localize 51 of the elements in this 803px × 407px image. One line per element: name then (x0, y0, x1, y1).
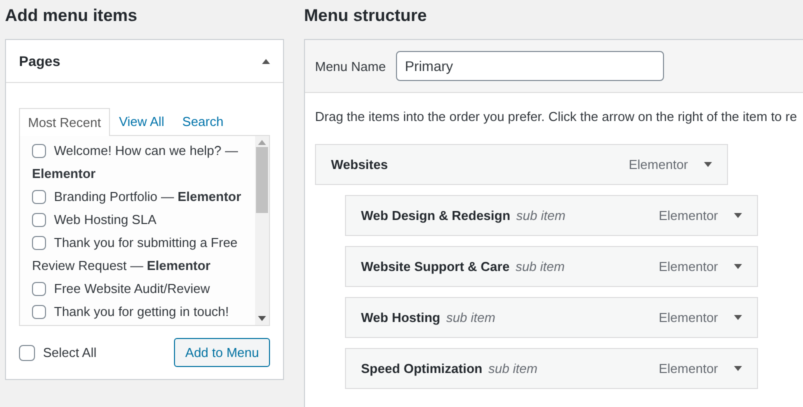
scrollbar[interactable] (255, 136, 269, 325)
expand-arrow-icon[interactable] (704, 162, 712, 167)
expand-arrow-icon[interactable] (734, 213, 742, 218)
page-option[interactable]: Web Hosting SLA (32, 208, 255, 231)
page-option[interactable]: Thank you for submitting a Free Review Request — Elementor (32, 231, 255, 277)
expand-arrow-icon[interactable] (734, 315, 742, 320)
expand-arrow-icon[interactable] (734, 264, 742, 269)
menu-item-type: Elementor (628, 157, 688, 172)
menu-item-type: Elementor (658, 259, 718, 274)
menu-item-note: sub item (488, 361, 538, 376)
add-to-menu-button[interactable]: Add to Menu (174, 338, 270, 367)
menu-item[interactable]: Websites Elementor (315, 144, 728, 185)
menu-item[interactable]: Web Hosting sub item Elementor (345, 297, 758, 338)
menu-item-title: Websites (331, 157, 388, 172)
panel-heading: Add menu items (5, 6, 138, 26)
page-option[interactable]: Welcome! How can we help? — Elementor (32, 139, 255, 185)
page-option[interactable]: Free Website Audit/Review (32, 277, 255, 300)
menu-item-note: sub item (516, 208, 566, 223)
scroll-up-icon[interactable] (258, 140, 266, 145)
menu-name-label: Menu Name (315, 58, 386, 74)
checkbox[interactable] (32, 236, 46, 250)
collapse-arrow-icon[interactable] (262, 58, 270, 64)
panel-heading: Menu structure (304, 6, 428, 26)
menu-item[interactable]: Web Design & Redesign sub item Elementor (345, 195, 758, 236)
menu-item[interactable]: Website Support & Care sub item Elementor (345, 246, 758, 287)
menu-item-title: Web Design & Redesign (361, 208, 510, 223)
checkbox[interactable] (32, 282, 46, 296)
expand-arrow-icon[interactable] (734, 366, 742, 371)
page-option[interactable]: Branding Portfolio — Elementor (32, 185, 255, 208)
section-title: Pages (19, 53, 60, 69)
checkbox[interactable] (32, 190, 46, 204)
checkbox[interactable] (32, 305, 46, 319)
menu-item-type: Elementor (658, 208, 718, 223)
menu-item[interactable]: Speed Optimization sub item Elementor (345, 348, 758, 389)
menu-item-note: sub item (516, 259, 565, 274)
select-all-label[interactable]: Select All (43, 345, 96, 360)
menu-item-title: Website Support & Care (361, 259, 510, 274)
menu-name-field[interactable]: Primary (396, 51, 664, 81)
menu-item-type: Elementor (658, 361, 718, 376)
checkbox[interactable] (32, 213, 46, 227)
menu-item-type: Elementor (658, 310, 718, 325)
tab[interactable]: Search (173, 107, 232, 135)
menu-item-title: Web Hosting (361, 310, 440, 325)
scroll-down-icon[interactable] (258, 316, 266, 321)
tab[interactable]: Most Recent (19, 108, 110, 136)
menu-item-title: Speed Optimization (361, 361, 482, 376)
checkbox[interactable] (19, 344, 35, 360)
tab[interactable]: View All (110, 107, 174, 135)
page-option[interactable]: Thank you for getting in touch! (32, 300, 255, 323)
menu-item-note: sub item (446, 310, 496, 325)
checkbox[interactable] (32, 144, 46, 158)
